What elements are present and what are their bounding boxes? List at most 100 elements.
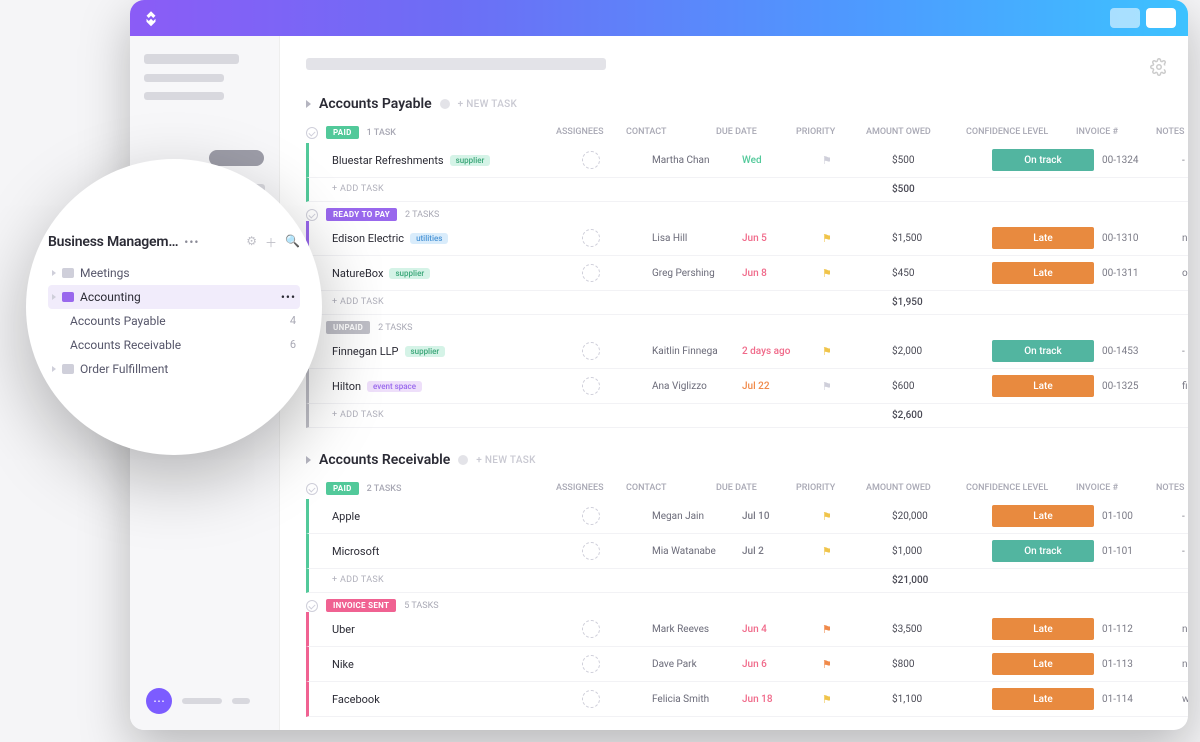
- priority-flag-icon[interactable]: ⚑: [822, 345, 892, 358]
- confidence-badge[interactable]: Late: [992, 688, 1094, 710]
- due-date[interactable]: Jul 10: [742, 511, 822, 522]
- confidence-badge[interactable]: Late: [992, 618, 1094, 640]
- task-row[interactable]: Edison Electric utilities Lisa Hill Jun …: [306, 221, 1188, 256]
- confidence-badge[interactable]: Late: [992, 375, 1094, 397]
- task-name[interactable]: NatureBox: [332, 267, 383, 280]
- task-row[interactable]: Uber Mark Reeves Jun 4 ⚑ $3,500 Late 01-…: [306, 612, 1188, 647]
- gear-icon[interactable]: [1150, 58, 1168, 80]
- task-tag[interactable]: utilities: [410, 233, 448, 244]
- task-row[interactable]: Bluestar Refreshments supplier Martha Ch…: [306, 143, 1188, 178]
- task-tag[interactable]: supplier: [450, 155, 491, 166]
- add-task-link[interactable]: + ADD TASK: [332, 297, 582, 308]
- task-tag[interactable]: supplier: [405, 346, 446, 357]
- sidebar-subitem[interactable]: Accounts Payable4: [48, 309, 300, 333]
- assignee-placeholder[interactable]: [582, 542, 600, 560]
- status-badge[interactable]: UNPAID: [326, 321, 370, 334]
- task-name[interactable]: Nike: [332, 658, 354, 671]
- status-badge[interactable]: INVOICE SENT: [326, 599, 396, 612]
- priority-flag-icon[interactable]: ⚑: [822, 623, 892, 636]
- priority-flag-icon[interactable]: ⚑: [822, 693, 892, 706]
- task-name[interactable]: Bluestar Refreshments: [332, 154, 444, 167]
- task-row[interactable]: Hilton event space Ana Viglizzo Jul 22 ⚑…: [306, 369, 1188, 404]
- task-name[interactable]: Finnegan LLP: [332, 345, 399, 358]
- top-chip[interactable]: [1110, 8, 1140, 28]
- info-icon[interactable]: [458, 455, 468, 465]
- confidence-badge[interactable]: Late: [992, 505, 1094, 527]
- task-tag[interactable]: event space: [367, 381, 422, 392]
- priority-flag-icon[interactable]: ⚑: [822, 267, 892, 280]
- task-name[interactable]: Hilton: [332, 380, 361, 393]
- task-name[interactable]: Facebook: [332, 693, 380, 706]
- status-badge[interactable]: PAID: [326, 126, 359, 139]
- due-date[interactable]: 2 days ago: [742, 346, 822, 357]
- chevron-icon[interactable]: [52, 366, 56, 372]
- confidence-badge[interactable]: Late: [992, 262, 1094, 284]
- more-icon[interactable]: •••: [184, 235, 199, 249]
- task-name[interactable]: Uber: [332, 623, 355, 636]
- add-task-link[interactable]: + ADD TASK: [332, 575, 582, 586]
- status-toggle[interactable]: [306, 600, 318, 612]
- task-row[interactable]: Facebook Felicia Smith Jun 18 ⚑ $1,100 L…: [306, 682, 1188, 717]
- task-name[interactable]: Edison Electric: [332, 232, 404, 245]
- priority-flag-icon[interactable]: ⚑: [822, 510, 892, 523]
- sidebar-item[interactable]: Meetings: [48, 261, 300, 285]
- more-icon[interactable]: •••: [281, 290, 296, 304]
- task-row[interactable]: NatureBox supplier Greg Pershing Jun 8 ⚑…: [306, 256, 1188, 291]
- assignee-placeholder[interactable]: [582, 507, 600, 525]
- new-task-link[interactable]: + NEW TASK: [458, 99, 517, 110]
- due-date[interactable]: Jun 4: [742, 624, 822, 635]
- sidebar-item[interactable]: Accounting •••: [48, 285, 300, 309]
- priority-flag-icon[interactable]: ⚑: [822, 658, 892, 671]
- chat-launcher[interactable]: ⋯: [146, 688, 250, 714]
- assignee-placeholder[interactable]: [582, 151, 600, 169]
- top-chip[interactable]: [1146, 8, 1176, 28]
- assignee-placeholder[interactable]: [582, 655, 600, 673]
- assignee-placeholder[interactable]: [582, 229, 600, 247]
- task-row[interactable]: Finnegan LLP supplier Kaitlin Finnega 2 …: [306, 334, 1188, 369]
- chevron-icon[interactable]: [306, 100, 311, 108]
- status-badge[interactable]: PAID: [326, 482, 359, 495]
- priority-flag-icon[interactable]: ⚑: [822, 545, 892, 558]
- confidence-badge[interactable]: On track: [992, 340, 1094, 362]
- info-icon[interactable]: [440, 99, 450, 109]
- status-toggle[interactable]: [306, 127, 318, 139]
- task-name[interactable]: Microsoft: [332, 545, 379, 558]
- sidebar-item[interactable]: Order Fulfillment: [48, 357, 300, 381]
- status-toggle[interactable]: [306, 209, 318, 221]
- chat-icon[interactable]: ⋯: [146, 688, 172, 714]
- new-task-link[interactable]: + NEW TASK: [476, 455, 535, 466]
- search-icon[interactable]: 🔍: [285, 234, 300, 251]
- status-toggle[interactable]: [306, 483, 318, 495]
- priority-flag-icon[interactable]: ⚑: [822, 380, 892, 393]
- add-task-link[interactable]: + ADD TASK: [332, 410, 582, 421]
- assignee-placeholder[interactable]: [582, 377, 600, 395]
- sidebar-subitem[interactable]: Accounts Receivable6: [48, 333, 300, 357]
- confidence-badge[interactable]: On track: [992, 540, 1094, 562]
- task-tag[interactable]: supplier: [389, 268, 430, 279]
- due-date[interactable]: Jun 6: [742, 659, 822, 670]
- priority-flag-icon[interactable]: ⚑: [822, 154, 892, 167]
- chevron-icon[interactable]: [52, 270, 56, 276]
- gear-icon[interactable]: ⚙: [246, 234, 257, 251]
- confidence-badge[interactable]: Late: [992, 227, 1094, 249]
- chevron-icon[interactable]: [306, 456, 311, 464]
- task-row[interactable]: Apple Megan Jain Jul 10 ⚑ $20,000 Late 0…: [306, 499, 1188, 534]
- plus-icon[interactable]: ＋: [265, 234, 277, 251]
- confidence-badge[interactable]: On track: [992, 149, 1094, 171]
- status-badge[interactable]: READY TO PAY: [326, 208, 397, 221]
- add-task-link[interactable]: + ADD TASK: [332, 184, 582, 195]
- assignee-placeholder[interactable]: [582, 620, 600, 638]
- app-logo[interactable]: [142, 9, 160, 27]
- due-date[interactable]: Jun 18: [742, 694, 822, 705]
- due-date[interactable]: Jun 8: [742, 268, 822, 279]
- assignee-placeholder[interactable]: [582, 342, 600, 360]
- chevron-icon[interactable]: [52, 294, 56, 300]
- confidence-badge[interactable]: Late: [992, 653, 1094, 675]
- due-date[interactable]: Jul 2: [742, 546, 822, 557]
- due-date[interactable]: Jun 5: [742, 233, 822, 244]
- task-row[interactable]: Nike Dave Park Jun 6 ⚑ $800 Late 01-113 …: [306, 647, 1188, 682]
- task-name[interactable]: Apple: [332, 510, 360, 523]
- assignee-placeholder[interactable]: [582, 264, 600, 282]
- task-row[interactable]: Microsoft Mia Watanabe Jul 2 ⚑ $1,000 On…: [306, 534, 1188, 569]
- priority-flag-icon[interactable]: ⚑: [822, 232, 892, 245]
